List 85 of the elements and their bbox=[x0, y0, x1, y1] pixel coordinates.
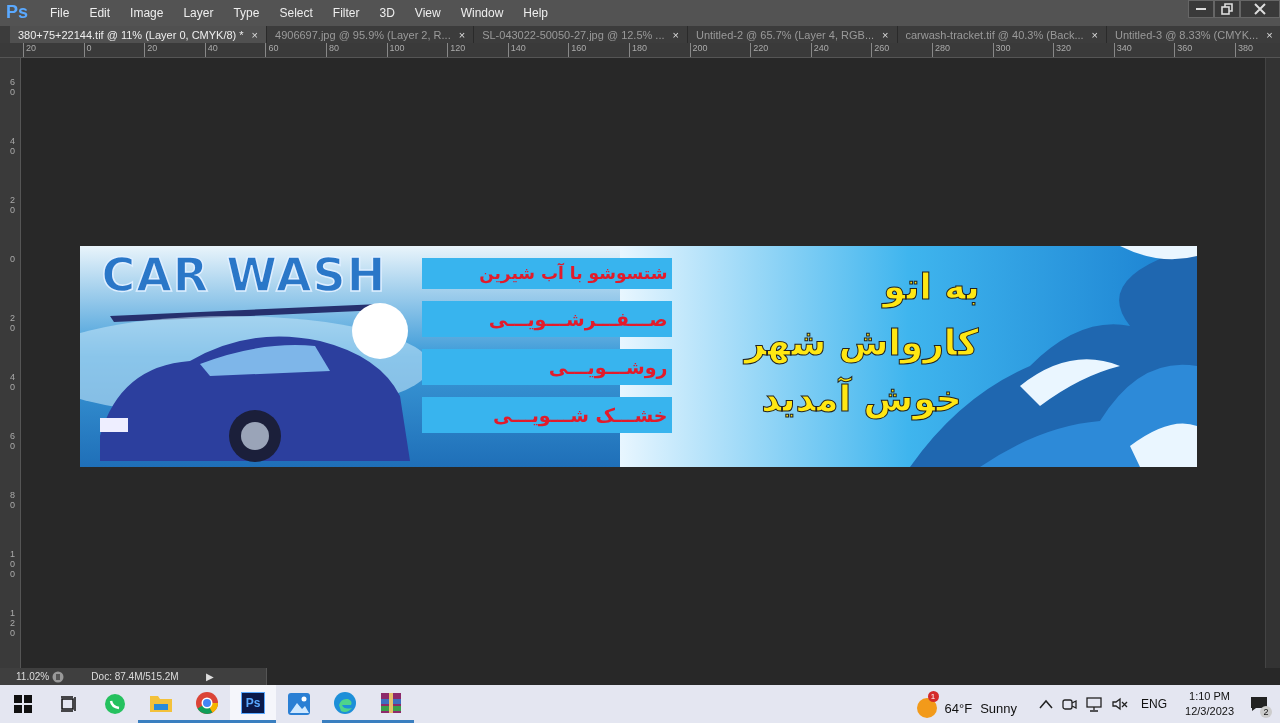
ruler-label: 340 bbox=[1113, 43, 1175, 58]
ruler-label: 20 bbox=[10, 196, 15, 218]
close-icon bbox=[1254, 3, 1266, 15]
minimize-button[interactable] bbox=[1188, 0, 1214, 18]
ruler-label: 80 bbox=[10, 491, 15, 513]
chevron-up-icon[interactable] bbox=[1039, 699, 1054, 709]
ruler-label: 120 bbox=[447, 43, 508, 58]
ruler-label: 40 bbox=[10, 373, 15, 395]
task-view-icon bbox=[60, 695, 78, 713]
ruler-label: 160 bbox=[568, 43, 629, 58]
ruler-label: 60 bbox=[10, 432, 15, 454]
menu-item[interactable]: Select bbox=[269, 5, 323, 20]
language-indicator[interactable]: ENG bbox=[1141, 697, 1168, 711]
menu-item[interactable]: 3D bbox=[369, 5, 405, 20]
minimize-icon bbox=[1196, 8, 1206, 10]
image-icon bbox=[288, 693, 310, 715]
windows-icon bbox=[14, 695, 32, 713]
close-button[interactable] bbox=[1240, 0, 1280, 18]
ruler-label: 300 bbox=[992, 43, 1054, 58]
chat-bubble-icon bbox=[104, 693, 126, 715]
status-menu-button[interactable]: ▶ bbox=[206, 671, 214, 683]
welcome-text: کارواش شهر bbox=[744, 320, 979, 366]
ruler-label: 180 bbox=[628, 43, 690, 58]
ruler-label: 140 bbox=[507, 43, 569, 58]
restore-button[interactable] bbox=[1214, 0, 1240, 18]
clock-time: 1:10 PM bbox=[1189, 688, 1230, 704]
ruler-label: 120 bbox=[10, 609, 15, 640]
ruler-label: 0 bbox=[10, 255, 15, 267]
notification-badge: 1 bbox=[927, 691, 939, 702]
browser-icon bbox=[333, 690, 357, 715]
mute-icon[interactable] bbox=[1111, 696, 1130, 712]
camera-icon[interactable] bbox=[1061, 696, 1078, 712]
restore-icon bbox=[1221, 3, 1233, 15]
monitor-icon[interactable] bbox=[1085, 696, 1104, 712]
temperature: 64°F bbox=[944, 700, 973, 716]
taskbar-button[interactable]: Ps bbox=[230, 685, 276, 723]
browser-icon bbox=[195, 690, 219, 715]
ruler-label: 380 bbox=[1234, 43, 1280, 58]
menu-item[interactable]: Layer bbox=[173, 5, 224, 20]
document-size: Doc: 87.4M/515.2M bbox=[90, 671, 180, 683]
clock-date: 12/3/2023 bbox=[1185, 704, 1234, 719]
sun-icon bbox=[916, 698, 937, 718]
menu-item[interactable]: Edit bbox=[79, 5, 121, 20]
ruler-label: 100 bbox=[386, 43, 448, 58]
ruler-label: 200 bbox=[689, 43, 751, 58]
menu-item[interactable]: Window bbox=[450, 5, 514, 20]
ruler-label: 240 bbox=[810, 43, 872, 58]
ruler-label: 360 bbox=[1174, 43, 1235, 58]
weather-widget[interactable]: 1 64°F Sunny bbox=[916, 691, 1018, 717]
menu-item[interactable]: Help bbox=[513, 5, 558, 20]
service-label: صـــفـــرشـــویـــی bbox=[421, 300, 672, 337]
notifications-button[interactable]: 2 bbox=[1244, 689, 1274, 719]
welcome-text: خوش آمدید bbox=[761, 376, 962, 422]
app-logo: Ps bbox=[6, 2, 29, 24]
ruler-label: 260 bbox=[871, 43, 932, 58]
ruler-label: 100 bbox=[10, 550, 15, 581]
ruler-label: 80 bbox=[325, 43, 387, 58]
ruler-label: 220 bbox=[750, 43, 811, 58]
banner-title: CAR WASH bbox=[101, 247, 387, 302]
ruler-label: 20 bbox=[144, 43, 205, 58]
archive-icon bbox=[380, 691, 402, 714]
ruler-label: 20 bbox=[10, 314, 15, 336]
ruler-label: 20 bbox=[23, 43, 84, 58]
service-label: شتسوشو با آب شیرین bbox=[421, 257, 672, 289]
ruler-label: 40 bbox=[204, 43, 266, 58]
ruler-label: 0 bbox=[83, 43, 145, 58]
menu-item[interactable]: Image bbox=[120, 5, 174, 20]
ruler-label: 280 bbox=[931, 43, 993, 58]
scrollbar[interactable] bbox=[1265, 58, 1280, 669]
document-icon[interactable] bbox=[52, 670, 64, 683]
ruler-label: 40 bbox=[10, 137, 15, 159]
service-label: خشـــک شـــویـــی bbox=[421, 396, 672, 433]
ruler-label: 60 bbox=[265, 43, 326, 58]
ruler-label: 60 bbox=[10, 78, 15, 100]
ruler-label: 320 bbox=[1053, 43, 1114, 58]
app-icon: Ps bbox=[240, 691, 266, 714]
clock[interactable]: 1:10 PM 12/3/2023 bbox=[1185, 688, 1234, 720]
menu-item[interactable]: View bbox=[404, 5, 451, 20]
notification-count: 2 bbox=[1260, 706, 1272, 718]
menu-item[interactable]: File bbox=[40, 5, 80, 20]
service-label: روشـــویـــی bbox=[421, 348, 672, 385]
weather-condition: Sunny bbox=[980, 700, 1018, 716]
welcome-text: به اتو bbox=[883, 264, 980, 310]
menu-item[interactable]: Type bbox=[223, 5, 270, 20]
menu-item[interactable]: Filter bbox=[322, 5, 370, 20]
